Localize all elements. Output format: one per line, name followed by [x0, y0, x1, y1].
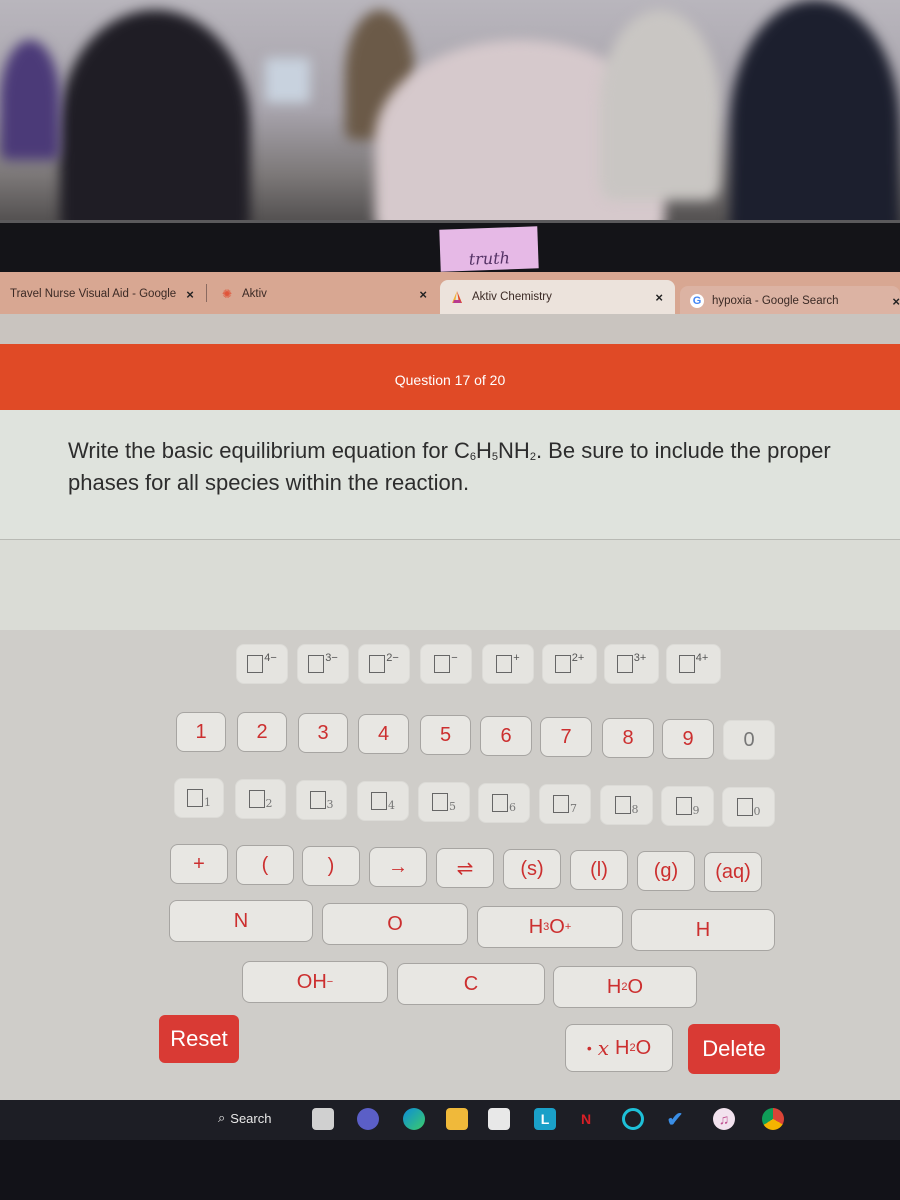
store-icon[interactable]: [488, 1108, 510, 1130]
subscript-key-2[interactable]: 2: [235, 779, 286, 819]
digit-key-9[interactable]: 9: [662, 719, 714, 759]
charge-key-3plus[interactable]: 3+: [604, 644, 659, 684]
close-icon[interactable]: ×: [655, 290, 663, 305]
phase-gas-key[interactable]: (g): [637, 851, 695, 891]
reset-button[interactable]: Reset: [159, 1015, 239, 1063]
screen: Travel Nurse Visual Aid - Google × ✺ Akt…: [0, 272, 900, 1102]
subscript-key-1[interactable]: 1: [174, 778, 224, 818]
hydrate-key[interactable]: • x H 2 O: [565, 1024, 673, 1072]
browser-toolbar: [0, 314, 900, 344]
tab-label: Travel Nurse Visual Aid - Google: [10, 288, 177, 300]
aktiv-icon: ✺: [221, 287, 233, 301]
subscript-key-3[interactable]: 3: [296, 780, 347, 820]
tab-aktiv-chemistry[interactable]: Aktiv Chemistry ×: [440, 280, 675, 314]
digit-key-5[interactable]: 5: [420, 715, 471, 755]
tab-hypoxia-search[interactable]: G hypoxia - Google Search ×: [680, 286, 900, 316]
close-paren-key[interactable]: ): [302, 846, 360, 886]
laptop-bottom-bezel: [0, 1140, 900, 1200]
bezel-sticker: truth: [439, 226, 539, 272]
charge-key-4plus[interactable]: 4+: [666, 644, 721, 684]
phase-solid-key[interactable]: (s): [503, 849, 561, 889]
close-icon[interactable]: ×: [419, 287, 427, 302]
close-icon[interactable]: ×: [186, 287, 194, 302]
alexa-icon[interactable]: [622, 1108, 644, 1130]
element-key-c[interactable]: C: [397, 963, 545, 1005]
digit-key-3[interactable]: 3: [298, 713, 348, 753]
plus-key[interactable]: +: [170, 844, 228, 884]
element-key-o[interactable]: O: [322, 903, 468, 945]
tab-travel-nurse[interactable]: Travel Nurse Visual Aid - Google ×: [0, 278, 205, 310]
charge-key-3minus[interactable]: 3−: [297, 644, 349, 684]
task-view-icon[interactable]: [312, 1108, 334, 1130]
tab-label: Aktiv: [242, 288, 267, 300]
taskbar-search[interactable]: ⌕ Search: [218, 1110, 271, 1126]
file-explorer-icon[interactable]: [446, 1108, 468, 1130]
question-counter: Question 17 of 20: [394, 372, 506, 388]
charge-key-2plus[interactable]: 2+: [542, 644, 597, 684]
digit-key-0[interactable]: 0: [723, 720, 775, 760]
aktiv-chemistry-icon: [450, 290, 464, 304]
itunes-icon[interactable]: ♫: [713, 1108, 735, 1130]
google-icon: G: [690, 294, 704, 308]
subscript-key-7[interactable]: 7: [539, 784, 591, 824]
tab-label: Aktiv Chemistry: [472, 291, 552, 303]
l-app-icon[interactable]: L: [534, 1108, 556, 1130]
edge-icon[interactable]: [403, 1108, 425, 1130]
subscript-key-6[interactable]: 6: [478, 783, 530, 823]
phase-liquid-key[interactable]: (l): [570, 850, 628, 890]
close-icon[interactable]: ×: [892, 294, 900, 309]
delete-button[interactable]: Delete: [688, 1024, 780, 1074]
subscript-key-0[interactable]: 0: [722, 787, 775, 827]
digit-key-7[interactable]: 7: [540, 717, 592, 757]
equilibrium-arrow-key[interactable]: ⇌: [436, 848, 494, 888]
subscript-key-5[interactable]: 5: [418, 782, 470, 822]
browser-tab-bar: Travel Nurse Visual Aid - Google × ✺ Akt…: [0, 272, 900, 316]
tab-aktiv[interactable]: ✺ Aktiv ×: [210, 278, 435, 310]
windows-start-icon[interactable]: [160, 1108, 184, 1132]
background-photo: [0, 0, 900, 250]
hydronium-key[interactable]: H 3 O +: [477, 906, 623, 948]
open-paren-key[interactable]: (: [236, 845, 294, 885]
digit-key-8[interactable]: 8: [602, 718, 654, 758]
question-panel: Write the basic equilibrium equation for…: [0, 410, 900, 540]
element-key-n[interactable]: N: [169, 900, 313, 942]
digit-key-6[interactable]: 6: [480, 716, 532, 756]
chrome-icon[interactable]: [762, 1108, 784, 1130]
windows-taskbar: ⌕ Search L N ✔ ♫: [0, 1100, 900, 1140]
charge-key-2minus[interactable]: 2−: [358, 644, 410, 684]
tab-label: hypoxia - Google Search: [712, 295, 839, 307]
digit-key-2[interactable]: 2: [237, 712, 287, 752]
element-key-h[interactable]: H: [631, 909, 775, 951]
reaction-arrow-key[interactable]: →: [369, 847, 427, 887]
teams-icon[interactable]: [357, 1108, 379, 1130]
subscript-key-9[interactable]: 9: [661, 786, 714, 826]
question-text: Write the basic equilibrium equation for…: [68, 438, 831, 495]
phase-aqueous-key[interactable]: (aq): [704, 852, 762, 892]
digit-key-1[interactable]: 1: [176, 712, 226, 752]
digit-key-4[interactable]: 4: [358, 714, 409, 754]
search-icon: ⌕: [218, 1110, 226, 1125]
formula: C6H5NH2: [454, 438, 536, 463]
tab-divider: [206, 284, 207, 302]
hydroxide-key[interactable]: OH −: [242, 961, 388, 1003]
question-header: Question 17 of 20: [0, 344, 900, 410]
water-key[interactable]: H2O: [553, 966, 697, 1008]
netflix-icon[interactable]: N: [575, 1108, 597, 1130]
subscript-key-8[interactable]: 8: [600, 785, 653, 825]
charge-key-4minus[interactable]: 4−: [236, 644, 288, 684]
charge-key-minus[interactable]: −: [420, 644, 472, 684]
todo-icon[interactable]: ✔: [664, 1108, 686, 1131]
subscript-key-4[interactable]: 4: [357, 781, 409, 821]
answer-input-area[interactable]: [0, 540, 900, 630]
charge-key-plus[interactable]: +: [482, 644, 534, 684]
